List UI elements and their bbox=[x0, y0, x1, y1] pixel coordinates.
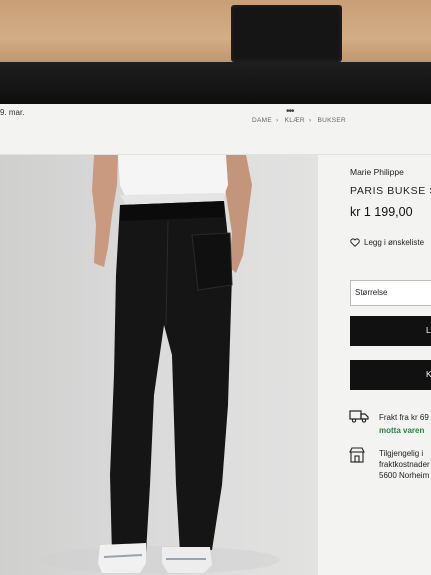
tablet-screen: 9. mar. ••• DAME › KLÆR › BUKSER Marie P… bbox=[0, 104, 431, 575]
shipping-info: Frakt fra kr 69 motta varen bbox=[379, 411, 429, 437]
product-photo[interactable] bbox=[0, 155, 318, 575]
store-icon bbox=[349, 447, 365, 463]
store-availability: Tilgjengelig i fraktkostnader 5600 Norhe… bbox=[379, 448, 430, 481]
more-dots-icon[interactable]: ••• bbox=[286, 106, 294, 117]
delivery-link[interactable]: motta varen bbox=[379, 424, 429, 437]
velcro-strip bbox=[231, 5, 342, 62]
model-illustration bbox=[40, 155, 280, 574]
wishlist-button[interactable]: Legg i ønskeliste bbox=[350, 238, 424, 247]
breadcrumb-separator-icon: › bbox=[308, 117, 312, 124]
wishlist-label: Legg i ønskeliste bbox=[364, 238, 425, 247]
product-price: kr 1 199,00 bbox=[350, 205, 413, 219]
store-line: Tilgjengelig i bbox=[379, 449, 424, 458]
tablet-bezel bbox=[0, 62, 431, 108]
breadcrumb-separator-icon: › bbox=[275, 117, 279, 124]
store-line: fraktkostnader bbox=[379, 460, 430, 469]
truck-icon bbox=[349, 410, 369, 423]
breadcrumb-item-dame[interactable]: DAME bbox=[252, 117, 272, 124]
product-brand[interactable]: Marie Philippe bbox=[350, 167, 404, 177]
store-address: 5600 Norheim bbox=[379, 471, 430, 480]
status-date: 9. mar. bbox=[0, 108, 25, 117]
product-title: PARIS BUKSE S bbox=[350, 185, 431, 197]
add-to-cart-button[interactable]: L bbox=[350, 316, 431, 346]
background-wall bbox=[0, 0, 431, 70]
breadcrumb-item-klaer[interactable]: KLÆR bbox=[285, 117, 305, 124]
breadcrumb-item-bukser[interactable]: BUKSER bbox=[318, 117, 347, 124]
breadcrumb: DAME › KLÆR › BUKSER bbox=[252, 117, 350, 124]
heart-icon bbox=[350, 238, 360, 247]
size-select[interactable]: Størrelse bbox=[350, 280, 431, 306]
secondary-action-button[interactable]: KL bbox=[350, 360, 431, 390]
shipping-line: Frakt fra kr 69 bbox=[379, 413, 429, 422]
